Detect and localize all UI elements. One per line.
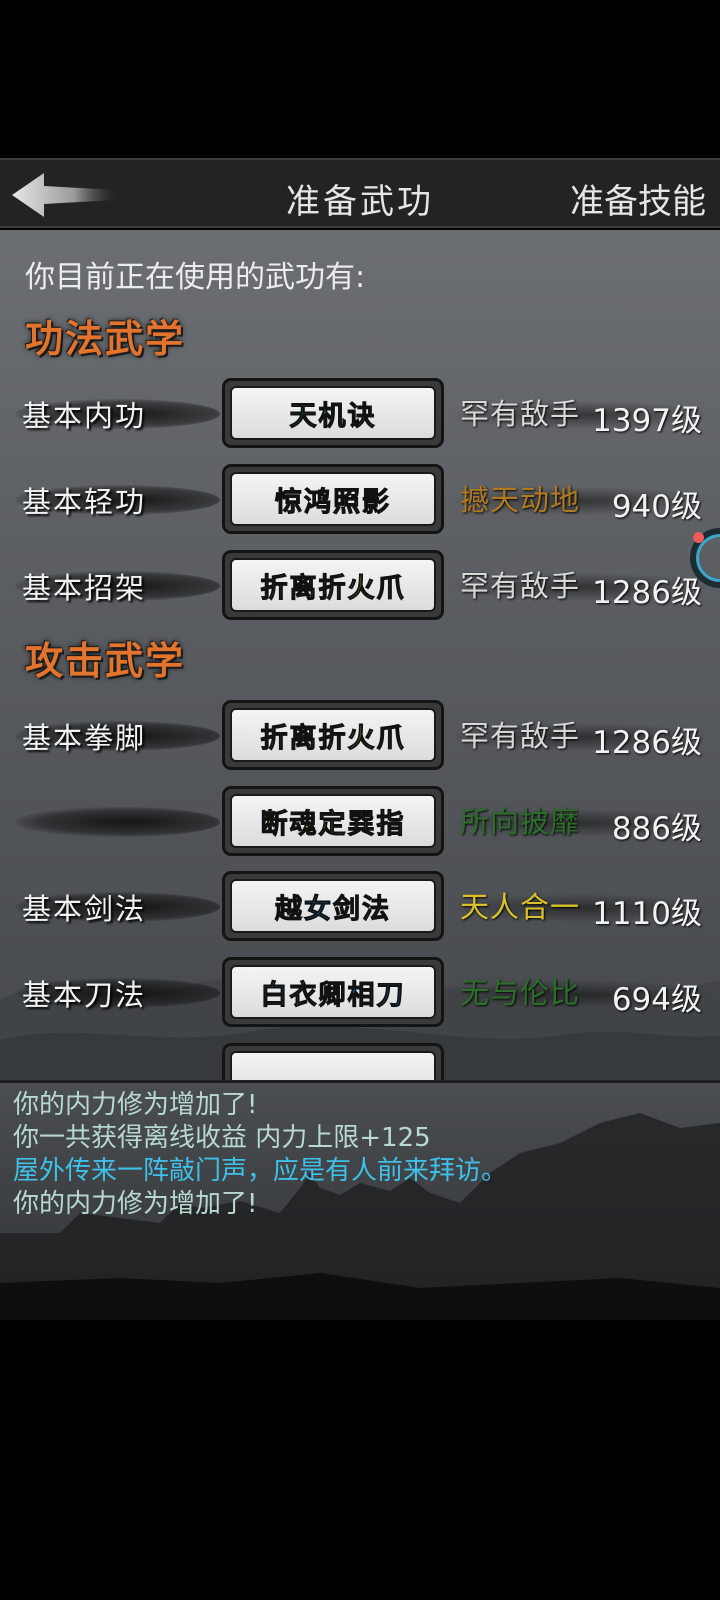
slot-label: 基本内功 [22,399,147,433]
skill-name: 越女剑法 [230,879,436,933]
skill-level: 1397级 [592,403,702,439]
skill-row-light: 基本轻功 惊鸿照影 撼天动地 940级 [0,461,720,537]
skill-slot-button[interactable]: 越女剑法 [222,871,444,941]
log-line: 你的内力修为增加了! [13,1090,258,1120]
notification-dot [693,532,704,543]
martial-arts-panel: 你目前正在使用的武功有: 功法武学 基本内功 天机诀 罕有敌手 1397级 基本… [0,230,720,1080]
skill-level: 1286级 [592,575,702,611]
top-bar: 准备武功 准备技能 [0,158,720,228]
skill-slot-button[interactable]: 折离折火爪 [222,700,444,770]
skill-rank: 天人合一 [460,890,581,924]
slot-label: 基本招架 [22,571,147,605]
skill-rank: 罕有敌手 [460,397,581,431]
skill-name: 白衣卿相刀 [230,965,436,1019]
log-line: 你的内力修为增加了! [13,1189,258,1219]
skill-name: 折离折火爪 [230,558,436,612]
skill-level: 694级 [611,982,702,1018]
skill-name: 折离折火爪 [230,708,436,762]
skill-rank: 无与伦比 [460,976,581,1010]
skill-row-fist: 基本拳脚 折离折火爪 罕有敌手 1286级 [0,697,720,773]
skill-slot-button[interactable]: 折离折火爪 [222,550,444,620]
skill-slot-button[interactable]: 断魂定巽指 [222,786,444,856]
skill-rank: 罕有敌手 [460,719,581,753]
skill-name: 断魂定巽指 [230,794,436,848]
skill-name [230,1051,436,1080]
skill-row-partial [0,1040,720,1080]
message-log[interactable]: 你的内力修为增加了! 你一共获得离线收益 内力上限+125 屋外传来一阵敲门声，… [0,1080,720,1320]
section-heading-attack: 攻击武学 [25,638,186,683]
skill-rank: 罕有敌手 [460,569,581,603]
skill-name: 惊鸿照影 [230,472,436,526]
skill-row-internal: 基本内功 天机诀 罕有敌手 1397级 [0,375,720,451]
slot-label [22,801,222,841]
skill-row-sword: 基本剑法 越女剑法 天人合一 1110级 [0,868,720,944]
skill-slot-button[interactable] [222,1043,444,1080]
intro-text: 你目前正在使用的武功有: [25,260,366,295]
log-lines: 你的内力修为增加了! 你一共获得离线收益 内力上限+125 屋外传来一阵敲门声，… [13,1089,507,1221]
skill-rank: 所向披靡 [460,805,581,839]
log-line: 你一共获得离线收益 内力上限+125 [13,1123,431,1153]
skill-row-blade: 基本刀法 白衣卿相刀 无与伦比 694级 [0,954,720,1030]
skill-slot-button[interactable]: 白衣卿相刀 [222,957,444,1027]
skill-name: 天机诀 [230,386,436,440]
slot-label: 基本剑法 [22,892,147,926]
skill-slot-button[interactable]: 天机诀 [222,378,444,448]
skill-row-finger: 断魂定巽指 所向披靡 886级 [0,783,720,859]
slot-label: 基本拳脚 [22,721,147,755]
slot-label: 基本轻功 [22,485,147,519]
skill-level: 886级 [611,811,702,847]
skill-level: 940级 [611,489,702,525]
skill-slot-button[interactable]: 惊鸿照影 [222,464,444,534]
section-heading-internal: 功法武学 [25,316,186,361]
skill-row-parry: 基本招架 折离折火爪 罕有敌手 1286级 [0,547,720,623]
skill-level: 1286级 [592,725,702,761]
log-line: 屋外传来一阵敲门声，应是有人前来拜访。 [13,1156,508,1186]
skill-rank: 撼天动地 [460,483,581,517]
tab-prepare-skills[interactable]: 准备技能 [570,174,706,223]
skill-level: 1110级 [592,896,702,932]
slot-label: 基本刀法 [22,978,147,1012]
